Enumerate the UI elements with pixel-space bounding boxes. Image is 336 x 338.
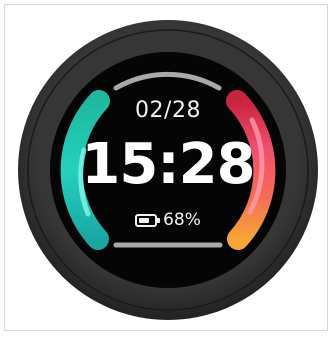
watch-date: 02/28 [135,98,201,123]
battery-icon [135,213,161,227]
battery-status: 68% [0,209,336,231]
battery-level-fill [139,217,149,223]
watch-time: 15:28 [81,132,255,197]
battery-percent: 68% [163,210,201,230]
